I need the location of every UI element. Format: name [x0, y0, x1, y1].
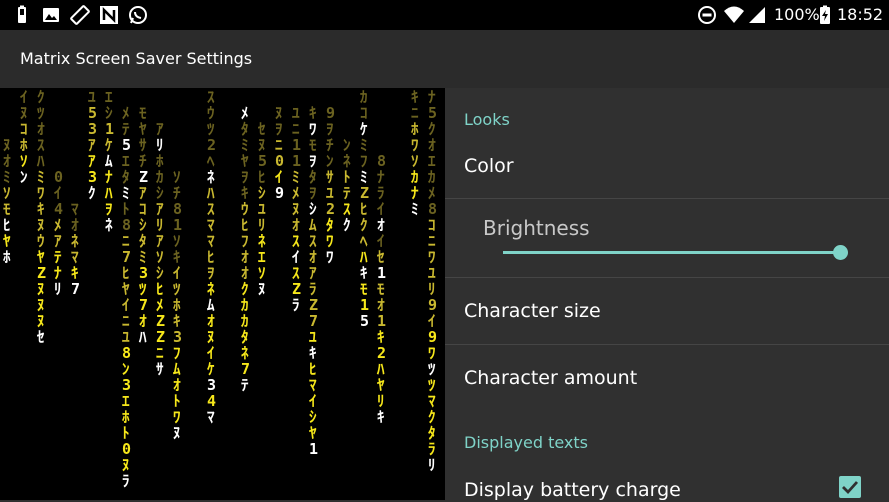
matrix-glyph: ﾗ — [292, 296, 300, 314]
n-notification-icon — [100, 6, 118, 24]
matrix-glyph: 9 — [275, 184, 284, 202]
matrix-glyph: 7 — [71, 280, 80, 298]
app-bar: Matrix Screen Saver Settings — [0, 30, 889, 88]
character-size-title: Character size — [464, 300, 601, 322]
character-size-preference[interactable]: Character size — [445, 278, 889, 344]
check-icon — [842, 481, 859, 495]
image-icon — [43, 8, 59, 22]
display-battery-checkbox[interactable] — [839, 476, 861, 498]
signal-icon — [749, 7, 765, 23]
matrix-glyph: ﾈ — [105, 216, 113, 234]
battery-saver-icon — [18, 5, 26, 23]
matrix-glyph: ﾘ — [428, 456, 436, 474]
matrix-glyph: ﾜ — [326, 248, 334, 266]
character-amount-preference[interactable]: Character amount — [445, 345, 889, 411]
brightness-slider-track[interactable] — [503, 251, 840, 254]
matrix-glyph: ﾗ — [122, 472, 130, 490]
battery-percentage: 100% — [774, 5, 820, 24]
category-looks: Looks — [464, 110, 510, 129]
matrix-glyph: 5 — [360, 312, 369, 330]
matrix-glyph: ｸ — [88, 184, 96, 202]
matrix-glyph: ﾃ — [241, 376, 249, 394]
matrix-preview: ﾇｵﾐｿﾓﾋﾔﾎｲﾇｺﾎｿﾝｸﾂｵｽﾊﾐﾜｷﾇｳﾔZﾇﾇﾇｾ0ｲ4ﾒｱﾃﾅﾘﾏｵ… — [0, 88, 445, 500]
display-battery-title: Display battery charge — [464, 479, 681, 501]
page-title: Matrix Screen Saver Settings — [20, 49, 253, 68]
wifi-icon — [724, 6, 744, 23]
character-amount-title: Character amount — [464, 367, 638, 389]
display-battery-preference[interactable]: Display battery charge — [445, 466, 889, 501]
category-displayed-texts: Displayed texts — [464, 433, 588, 452]
settings-list: Looks Color Brightness Character size Ch… — [445, 88, 889, 501]
clock: 18:52 — [837, 5, 884, 24]
matrix-glyph: ﾏ — [207, 408, 215, 426]
color-title: Color — [464, 155, 514, 177]
matrix-glyph: ﾇ — [258, 280, 266, 298]
matrix-glyph: 1 — [309, 440, 318, 458]
matrix-glyph: ｸ — [343, 216, 351, 234]
matrix-glyph: ｷ — [377, 408, 385, 426]
matrix-glyph: ﾊ — [138, 328, 147, 346]
matrix-glyph: ﾘ — [54, 280, 62, 298]
matrix-glyph: ｾ — [36, 328, 45, 346]
screen-rotation-icon — [70, 5, 90, 25]
color-preference[interactable]: Color — [445, 140, 889, 198]
do-not-disturb-icon — [698, 6, 716, 24]
matrix-glyph: ﾝ — [20, 168, 28, 186]
brightness-label: Brightness — [483, 216, 590, 240]
status-bar: 100% 18:52 — [0, 0, 889, 30]
brightness-slider-thumb[interactable] — [833, 245, 848, 260]
matrix-rain-canvas: ﾇｵﾐｿﾓﾋﾔﾎｲﾇｺﾎｿﾝｸﾂｵｽﾊﾐﾜｷﾇｳﾔZﾇﾇﾇｾ0ｲ4ﾒｱﾃﾅﾘﾏｵ… — [3, 88, 437, 490]
whatsapp-icon — [129, 6, 147, 24]
matrix-glyph: ﾐ — [411, 200, 419, 218]
matrix-glyph: ｻ — [156, 360, 164, 378]
matrix-glyph: ﾇ — [173, 424, 181, 442]
matrix-glyph: ﾎ — [3, 248, 11, 266]
battery-charging-icon — [820, 5, 830, 24]
